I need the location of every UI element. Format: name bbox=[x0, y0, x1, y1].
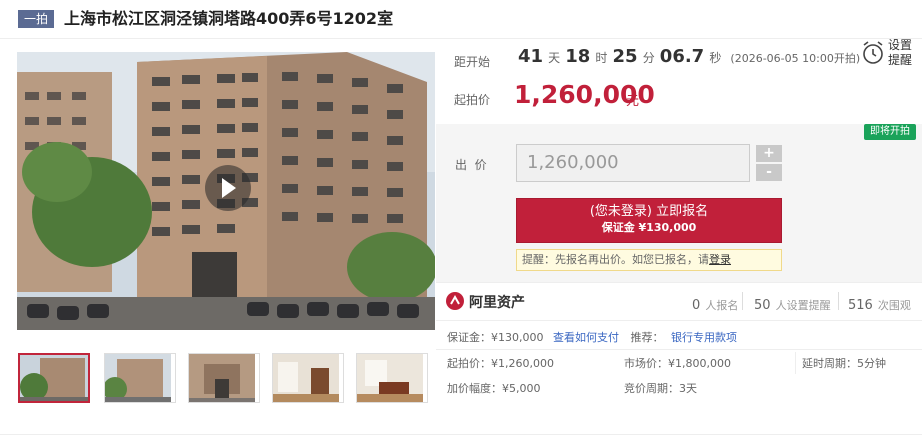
start-price-label: 起拍价 bbox=[454, 93, 491, 107]
info-divider bbox=[436, 349, 922, 350]
countdown-timer: 41 天 18 时 25 分 06.7 秒 (2026-06-05 10:00开… bbox=[518, 46, 860, 67]
thumbnail-5[interactable] bbox=[356, 353, 428, 403]
countdown-minutes: 25 bbox=[612, 46, 638, 67]
deposit-info: 保证金：¥130,000 bbox=[447, 331, 544, 344]
reminder-count-stat: 50 人设置提醒 bbox=[754, 294, 831, 313]
bid-label: 出 价 bbox=[455, 158, 487, 172]
market-price-info: 市场价：¥1,800,000 bbox=[624, 357, 731, 370]
bottom-divider bbox=[0, 434, 922, 435]
seconds-unit: 秒 bbox=[709, 51, 722, 65]
countdown-days: 41 bbox=[518, 46, 544, 67]
reminder-count-label: 人设置提醒 bbox=[775, 299, 831, 312]
thumbnail-2[interactable] bbox=[104, 353, 176, 403]
upcoming-badge: 即将开拍 bbox=[864, 124, 916, 140]
auction-start-time: (2026-06-05 10:00开拍) bbox=[730, 52, 861, 65]
countdown-seconds: 06.7 bbox=[659, 46, 705, 67]
play-icon bbox=[222, 178, 236, 198]
platform-name: 阿里资产 bbox=[469, 295, 525, 311]
reminder-text: 提醒：先报名再出价。如您已报名，请 bbox=[522, 253, 709, 266]
thumbnail-image bbox=[273, 354, 339, 402]
start-price-info: 起拍价：¥1,260,000 bbox=[447, 357, 554, 370]
view-count: 516 bbox=[848, 298, 873, 313]
platform-divider-bottom bbox=[436, 320, 922, 321]
thumbnail-image bbox=[189, 354, 255, 402]
minutes-unit: 分 bbox=[642, 51, 655, 65]
header-divider bbox=[0, 38, 922, 39]
hours-unit: 时 bbox=[595, 51, 608, 65]
signup-deposit: 保证金 ¥130,000 bbox=[601, 221, 697, 234]
set-reminder-button[interactable]: 设置 提醒 bbox=[860, 38, 922, 78]
thumbnail-1[interactable] bbox=[18, 353, 90, 403]
decrease-bid-button[interactable]: - bbox=[756, 164, 782, 181]
info-column-divider bbox=[795, 352, 796, 374]
reminder-line1: 设置 bbox=[888, 38, 913, 52]
signup-label: (您未登录) 立即报名 bbox=[589, 204, 709, 219]
stat-divider bbox=[838, 292, 839, 310]
delay-period-info: 延时周期：5分钟 bbox=[802, 357, 886, 370]
platform-divider-top bbox=[436, 282, 922, 283]
alarm-clock-icon bbox=[863, 41, 883, 64]
signup-count-stat: 0 人报名 bbox=[692, 294, 738, 313]
thumbnail-image bbox=[105, 354, 171, 402]
thumbnail-image bbox=[357, 354, 423, 402]
countdown-hours: 18 bbox=[565, 46, 591, 67]
login-reminder: 提醒：先报名再出价。如您已报名，请登录 bbox=[516, 249, 782, 271]
deposit-row: 保证金：¥130,000 查看如何支付 推荐： 银行专用款项 bbox=[447, 331, 737, 345]
signup-count: 0 bbox=[692, 298, 701, 313]
property-title: 上海市松江区洞泾镇洞塔路400弄6号1202室 bbox=[64, 9, 394, 28]
reminder-count: 50 bbox=[754, 298, 771, 313]
ali-assets-logo-icon bbox=[446, 292, 464, 310]
auction-round-tag: 一拍 bbox=[18, 10, 54, 28]
recommend-label: 推荐： bbox=[630, 331, 664, 344]
view-count-label: 次围观 bbox=[877, 299, 911, 312]
bid-amount-input[interactable]: 1,260,000 bbox=[516, 144, 750, 182]
view-count-stat: 516 次围观 bbox=[848, 294, 911, 313]
bank-payment-link[interactable]: 银行专用款项 bbox=[671, 331, 737, 344]
bid-period-info: 竞价周期：3天 bbox=[624, 382, 697, 395]
increment-info: 加价幅度：¥5,000 bbox=[447, 382, 541, 395]
countdown-label: 距开始 bbox=[454, 55, 491, 69]
thumbnail-4[interactable] bbox=[272, 353, 344, 403]
signup-count-label: 人报名 bbox=[705, 299, 739, 312]
how-to-pay-link[interactable]: 查看如何支付 bbox=[553, 331, 619, 344]
increase-bid-button[interactable]: + bbox=[756, 145, 782, 162]
thumbnail-image bbox=[20, 355, 88, 401]
start-price-unit: 元 bbox=[626, 94, 640, 109]
reminder-line2: 提醒 bbox=[888, 53, 913, 67]
days-unit: 天 bbox=[548, 51, 561, 65]
login-link[interactable]: 登录 bbox=[709, 253, 731, 266]
stat-divider bbox=[742, 292, 743, 310]
signup-button[interactable]: (您未登录) 立即报名 保证金 ¥130,000 bbox=[516, 198, 782, 243]
thumbnail-3[interactable] bbox=[188, 353, 260, 403]
